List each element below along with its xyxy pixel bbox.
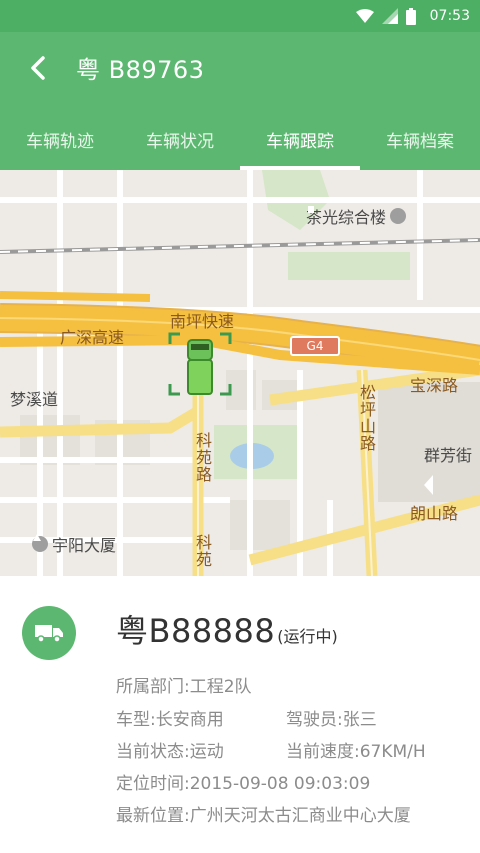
road-label-keyuan: 科苑路 — [193, 432, 212, 483]
road-label-langshan: 朗山路 — [410, 504, 459, 523]
road-label-qunfang: 群芳街 — [424, 446, 473, 465]
battery-icon — [405, 7, 416, 25]
tab-vehicle-condition[interactable]: 车辆状况 — [120, 108, 240, 170]
poi-yuyang: 宇阳大厦 — [32, 532, 116, 556]
vehicle-plate: 粤B88888 — [116, 612, 276, 650]
road-label-songping: 松坪山路 — [357, 384, 376, 452]
back-button[interactable] — [18, 50, 58, 90]
signal-icon — [381, 8, 398, 24]
road-label-baoshen: 宝深路 — [410, 376, 459, 395]
driver: 驾驶员:张三 — [286, 710, 377, 730]
highway-shield-g4: G4 — [290, 336, 340, 356]
vehicle-marker[interactable] — [168, 332, 232, 396]
road-label-nanping: 南坪快速 — [170, 312, 235, 331]
vehicle-info-card: 粤B88888 (运行中) 所属部门:工程2队 车型:长安商用 驾驶员:张三 当… — [0, 576, 480, 853]
truck-icon — [22, 606, 76, 660]
wifi-icon — [355, 9, 374, 23]
truck-marker-icon — [168, 332, 232, 396]
tab-vehicle-archive[interactable]: 车辆档案 — [360, 108, 480, 170]
map-canvas — [0, 170, 480, 576]
road-label-keyuan-2: 科苑 — [193, 534, 212, 568]
model-driver-row: 车型:长安商用 驾驶员:张三 — [116, 705, 377, 730]
tab-bar: 车辆轨迹 车辆状况 车辆跟踪 车辆档案 — [0, 108, 480, 170]
tab-vehicle-track[interactable]: 车辆轨迹 — [0, 108, 120, 170]
department-row: 所属部门:工程2队 — [116, 672, 252, 697]
app-bar: 粤 B89763 — [0, 32, 480, 108]
vehicle-model: 车型:长安商用 — [116, 710, 224, 730]
road-label-guangshen: 广深高速 — [60, 328, 125, 347]
latest-location: 最新位置:广州天河太古汇商业中心大厦 — [116, 806, 411, 826]
back-arrow-icon — [28, 55, 48, 85]
building-icon — [308, 206, 407, 224]
plate-row: 粤B88888 (运行中) — [116, 606, 338, 652]
location-row: 最新位置:广州天河太古汇商业中心大厦 — [116, 801, 411, 826]
state-speed-row: 当前状态:运动 当前速度:67KM/H — [116, 737, 426, 762]
poi-chaguang: 茶光综合楼 — [306, 204, 407, 228]
locate-time-row: 定位时间:2015-09-08 09:03:09 — [116, 769, 370, 794]
map-view[interactable]: 茶光综合楼 南坪快速 广深高速 G4 宝深路 梦溪道 松坪山路 科苑路 科苑 群… — [0, 170, 480, 576]
current-state: 当前状态:运动 — [116, 742, 224, 762]
page-title: 粤 B89763 — [76, 56, 205, 84]
road-label-mengxi: 梦溪道 — [10, 390, 59, 409]
tab-vehicle-tracking[interactable]: 车辆跟踪 — [240, 108, 360, 170]
department: 所属部门:工程2队 — [116, 677, 252, 697]
building-icon — [32, 534, 48, 552]
clock: 07:53 — [429, 8, 470, 24]
status-badge: (运行中) — [277, 627, 338, 646]
status-bar: 07:53 — [0, 0, 480, 32]
current-speed: 当前速度:67KM/H — [286, 742, 426, 762]
locate-time: 定位时间:2015-09-08 09:03:09 — [116, 774, 371, 794]
